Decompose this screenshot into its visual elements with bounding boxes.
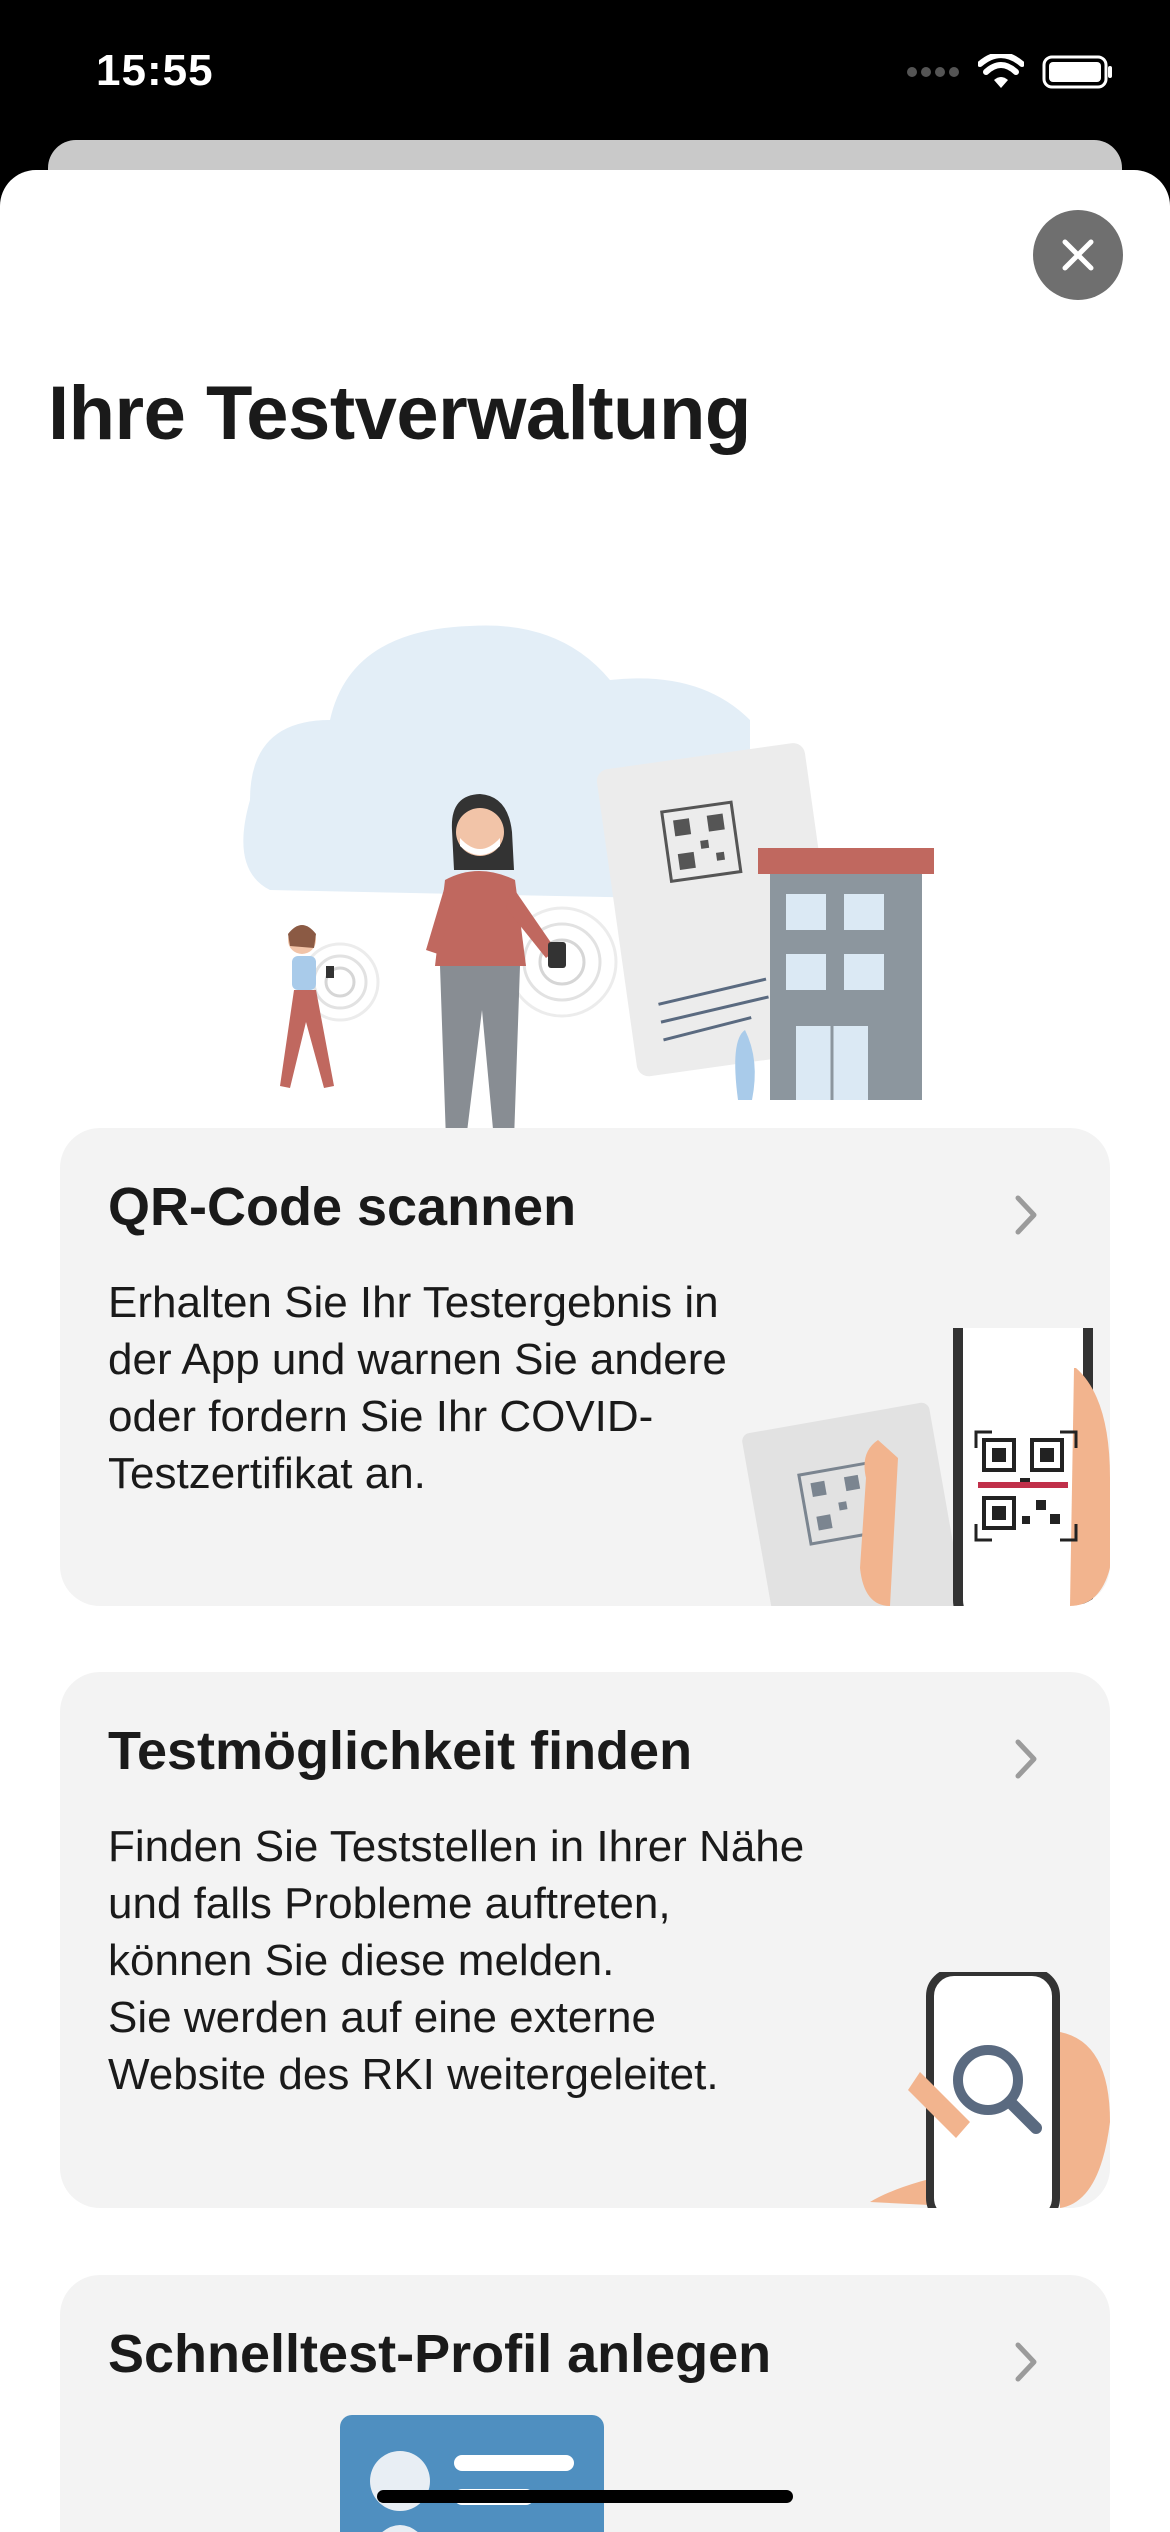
qr-scan-illustration — [742, 1328, 1110, 1606]
home-indicator — [377, 2490, 793, 2503]
close-button[interactable] — [1033, 210, 1123, 300]
profile-illustration — [340, 2415, 604, 2532]
test-management-sheet: Ihre Testverwaltung QR-Code scannen Erha… — [0, 170, 1170, 2532]
card-description: Erhalten Sie Ihr Testergebnis in der App… — [108, 1278, 727, 1498]
chevron-right-icon — [1015, 1739, 1037, 1779]
signal-icon — [907, 67, 959, 77]
status-time: 15:55 — [96, 46, 214, 95]
find-test-card[interactable]: Testmöglichkeit finden Finden Sie Testst… — [60, 1672, 1110, 2208]
card-description: Finden Sie Teststellen in Ihrer Nähe und… — [108, 1818, 808, 2103]
chevron-right-icon — [1015, 1195, 1037, 1235]
page-title: Ihre Testverwaltung — [48, 371, 751, 456]
card-title: QR-Code scannen — [108, 1177, 577, 1237]
card-description-line: Finden Sie Teststellen in Ihrer Nähe und… — [108, 1822, 805, 1985]
search-illustration — [870, 1972, 1110, 2208]
chevron-right-icon — [1015, 2342, 1037, 2382]
card-title: Testmöglichkeit finden — [108, 1721, 693, 1781]
battery-icon — [1042, 55, 1112, 89]
status-icons — [906, 52, 1114, 92]
card-title: Schnelltest-Profil anlegen — [108, 2324, 772, 2384]
card-description-line: Sie werden auf eine externe Website des … — [108, 1993, 719, 2099]
qr-scan-card[interactable]: QR-Code scannen Erhalten Sie Ihr Testerg… — [60, 1128, 1110, 1606]
status-bar: 15:55 — [0, 0, 1170, 150]
close-icon — [1062, 239, 1094, 271]
hero-illustration — [243, 625, 934, 1166]
wifi-icon — [978, 54, 1024, 88]
